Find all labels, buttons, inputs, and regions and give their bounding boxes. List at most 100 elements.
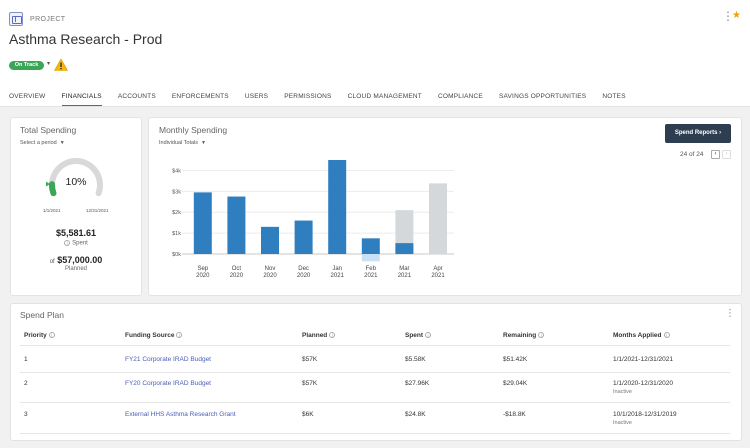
row-1-months-applied: 1/1/2021-12/31/2021 [613,356,673,363]
info-icon[interactable]: i [538,332,545,339]
column-label: Planned [302,332,328,339]
row-2-months-applied: 1/1/2020-12/31/2020 [613,380,673,387]
tab-compliance[interactable]: COMPLIANCE [438,92,483,107]
tab-notes[interactable]: NOTES [602,92,625,107]
planned-prefix: of [49,259,55,265]
actual-bar [328,160,347,254]
spend-reports-button[interactable]: Spend Reports › [665,124,731,143]
column-header-priority: Priority i [24,332,57,339]
spend-reports-label: Spend Reports [674,130,718,136]
y-tick-label: $1k [172,231,181,237]
chevron-right-icon: › [719,130,722,136]
x-tick-month: Sep [197,266,208,272]
column-label: Remaining [503,332,537,339]
column-header-spent: Spent i [405,332,433,339]
x-tick-year: 2020 [230,273,244,279]
info-icon[interactable]: i [663,332,670,339]
warning-icon[interactable] [54,58,68,71]
status-badge[interactable]: On Track [9,61,44,70]
chevron-down-icon: ▼ [59,140,65,146]
tab-overview[interactable]: OVERVIEW [9,92,46,107]
tab-savings-opportunities[interactable]: SAVINGS OPPORTUNITIES [499,92,586,107]
row-2-status: Inactive [613,389,632,395]
tab-cloud-management[interactable]: CLOUD MANAGEMENT [348,92,422,107]
actual-bar [294,220,313,254]
x-tick-year: 2021 [364,273,378,279]
x-tick-year: 2020 [196,273,210,279]
row-3-status: Inactive [613,420,632,426]
table-divider [20,433,730,434]
page-title: Asthma Research - Prod [9,31,163,47]
x-tick-month: Feb [366,266,377,272]
row-3-remaining: -$18.8K [503,411,526,418]
planned-row: of $57,000.00 [20,255,132,265]
period-select[interactable]: Select a period ▼ [20,140,65,146]
table-divider [20,402,730,403]
monthly-spending-chart: $0k$1k$2k$3k$4kSep2020Oct2020Nov2020Dec2… [172,160,454,279]
y-tick-label: $0k [172,252,181,258]
row-3-priority: 3 [24,411,28,418]
actual-bar [227,196,246,254]
tab-permissions[interactable]: PERMISSIONS [284,92,331,107]
x-tick-year: 2020 [297,273,311,279]
favorite-star-icon[interactable]: ★ [732,10,741,22]
info-icon[interactable]: i [48,332,55,339]
chevron-down-icon: ▼ [201,140,206,146]
column-label: Months Applied [613,332,662,339]
x-tick-year: 2021 [431,273,445,279]
tab-accounts[interactable]: ACCOUNTS [118,92,156,107]
actual-bar [193,192,212,254]
gauge-end-date: 12/31/2021 [86,208,109,213]
y-tick-label: $2k [172,210,181,216]
x-tick-year: 2020 [263,273,277,279]
column-header-planned: Planned i [302,332,337,339]
next-page-button[interactable]: › [722,150,731,159]
spent-percent: 10% [65,176,87,188]
row-2-spent: $27.96K [405,380,430,387]
row-3-spent: $24.8K [405,411,426,418]
tab-enforcements[interactable]: ENFORCEMENTS [172,92,229,107]
row-2-priority: 2 [24,380,28,387]
table-divider [20,345,730,346]
view-select[interactable]: Individual Totals ▼ [159,140,206,146]
x-tick-month: Nov [265,266,276,272]
info-icon[interactable]: i [329,332,336,339]
row-2-funding-source-link[interactable]: FY20 Corporate IRAD Budget [125,380,211,387]
row-3-months-applied: 10/1/2018-12/31/2019 [613,411,677,418]
forecast-bar [361,254,380,262]
column-header-funding-source: Funding Source i [125,332,184,339]
gauge-start-date: 1/1/2021 [43,208,61,213]
spend-plan-title: Spend Plan [20,310,64,320]
x-tick-month: Oct [232,266,242,272]
y-tick-label: $3k [172,189,181,195]
x-tick-year: 2021 [398,273,412,279]
period-select-value: Select a period [20,140,57,146]
row-1-remaining: $51.42K [503,356,528,363]
x-tick-month: Dec [298,266,309,272]
page-header: PROJECT Asthma Research - Prod ⋮ ★ On Tr… [0,0,750,107]
spent-value: $5,581.61 [55,228,97,238]
row-1-funding-source-link[interactable]: FY21 Corporate IRAD Budget [125,356,211,363]
table-divider [20,372,730,373]
actual-bar [261,226,279,254]
info-icon[interactable]: i [425,332,432,339]
actual-bar [395,243,414,254]
spent-label-row: i Spent [20,240,132,247]
column-header-months-applied: Months Applied i [613,332,672,339]
actual-bar [361,238,380,254]
spend-plan-options-icon[interactable]: ⋮ [725,309,735,319]
status-dropdown-icon[interactable]: ▾ [47,60,50,67]
x-tick-month: Jan [332,266,342,272]
y-tick-label: $4k [172,168,181,174]
planned-bar [429,183,447,254]
x-tick-month: Mar [399,266,409,272]
info-icon[interactable]: i [64,240,71,246]
info-icon[interactable]: i [176,332,183,339]
tab-financials[interactable]: FINANCIALS [61,92,102,107]
row-1-planned: $57K [302,356,318,363]
total-spending-title: Total Spending [20,125,77,135]
row-3-funding-source-link[interactable]: External HHS Asthma Research Grant [125,411,236,418]
row-2-remaining: $29.04K [503,380,528,387]
prev-page-button[interactable]: ‹ [711,150,720,159]
tab-users[interactable]: USERS [245,92,268,107]
